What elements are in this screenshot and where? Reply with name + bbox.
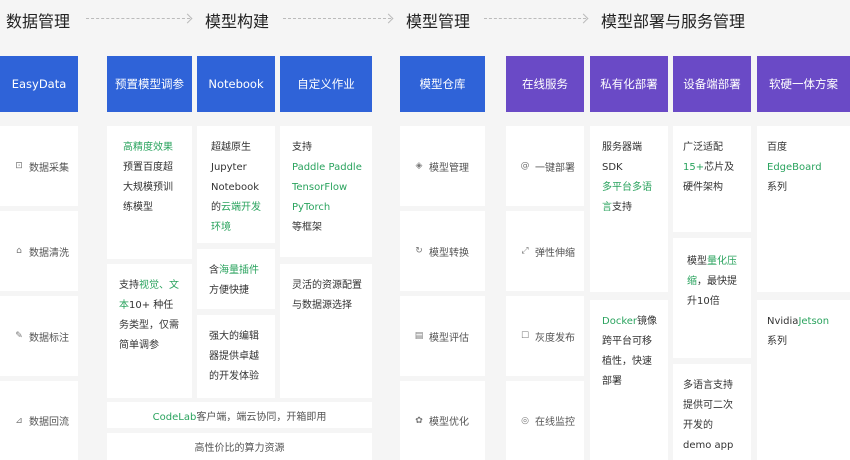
clean-icon: ⌂ [16, 246, 22, 256]
edit-icon: ✎ [15, 331, 23, 341]
stage-model-building: 模型构建 [205, 12, 270, 31]
device-card-chips: 广泛适配15+芯片及硬件架构 [673, 126, 751, 232]
hardware-card-jetson: NvidiaJetson 系列 [757, 300, 850, 460]
device-card-quantization: 模型量化压缩，最快提升10倍 [673, 238, 751, 358]
header-preset-tuning[interactable]: 预置模型调参 [107, 56, 192, 112]
feature-data-annotate: ✎ 数据标注 [0, 296, 78, 376]
feature-model-convert: ↻ 模型转换 [400, 211, 485, 291]
report-icon: ▤ [414, 331, 424, 341]
at-icon: @ [520, 161, 530, 171]
stage-arrow [484, 18, 586, 19]
layers-icon: ◈ [415, 161, 423, 171]
feature-model-optimize: ✿ 模型优化 [400, 381, 485, 460]
monitor-icon: ◎ [521, 415, 529, 426]
custom-card-resources: 灵活的资源配置与数据源选择 [280, 264, 372, 398]
feature-data-clean: ⌂ 数据清洗 [0, 211, 78, 291]
stage-arrow [86, 18, 190, 19]
compute-row: 高性价比的算力资源 [107, 433, 372, 460]
feature-model-manage: ◈ 模型管理 [400, 126, 485, 206]
feature-one-click-deploy: @ 一键部署 [506, 126, 584, 206]
header-private-deploy[interactable]: 私有化部署 [590, 56, 668, 112]
expand-icon: ⤢ [521, 246, 529, 256]
feature-model-evaluate: ▤ 模型评估 [400, 296, 485, 376]
notebook-card-cloud-env: 超越原生Jupyter Notebook的云端开发环境 [197, 126, 275, 243]
notebook-card-plugins: 含海量插件方便快捷 [197, 249, 275, 309]
feature-online-monitor: ◎ 在线监控 [506, 381, 584, 460]
private-card-sdk: 服务器端SDK 多平台多语言支持 [590, 126, 668, 292]
gear-icon: ✿ [415, 415, 423, 426]
codelab-row: CodeLab客户端，端云协同，开箱即用 [107, 402, 372, 428]
publish-icon: ☐ [520, 331, 530, 341]
stage-deployment: 模型部署与服务管理 [601, 12, 746, 31]
device-card-multilang: 多语言支持提供可二次开发的demo app [673, 364, 751, 460]
header-easydata[interactable]: EasyData [0, 56, 78, 112]
backflow-icon: ⊿ [15, 415, 23, 426]
refresh-icon: ↻ [415, 246, 423, 256]
preset-card-tasks: 支持视觉、文本10+ 种任务类型，仅需简单调参 [107, 264, 192, 398]
custom-card-frameworks: 支持 Paddle Paddle TensorFlow PyTorch 等框架 [280, 126, 372, 257]
header-device-deploy[interactable]: 设备端部署 [673, 56, 751, 112]
header-online-service[interactable]: 在线服务 [506, 56, 584, 112]
hardware-card-edgeboard: 百度EdgeBoard 系列 [757, 126, 850, 292]
feature-elastic-scaling: ⤢ 弹性伸缩 [506, 211, 584, 291]
stage-data-management: 数据管理 [6, 12, 71, 31]
notebook-card-editor: 强大的编辑器提供卓越的开发体验 [197, 315, 275, 398]
feature-data-collect: ⊡ 数据采集 [0, 126, 78, 206]
import-icon: ⊡ [15, 161, 23, 171]
preset-card-accuracy: 高精度效果 预置百度超大规模预训练模型 [107, 126, 192, 259]
header-hardware-solution[interactable]: 软硬一体方案 [757, 56, 850, 112]
private-card-docker: Docker镜像跨平台可移植性，快速部署 [590, 300, 668, 460]
feature-data-backflow: ⊿ 数据回流 [0, 381, 78, 460]
header-notebook[interactable]: Notebook [197, 56, 275, 112]
stage-arrow [283, 18, 391, 19]
stage-model-management: 模型管理 [406, 12, 471, 31]
header-custom-job[interactable]: 自定义作业 [280, 56, 372, 112]
header-model-warehouse[interactable]: 模型仓库 [400, 56, 485, 112]
feature-gray-release: ☐ 灰度发布 [506, 296, 584, 376]
